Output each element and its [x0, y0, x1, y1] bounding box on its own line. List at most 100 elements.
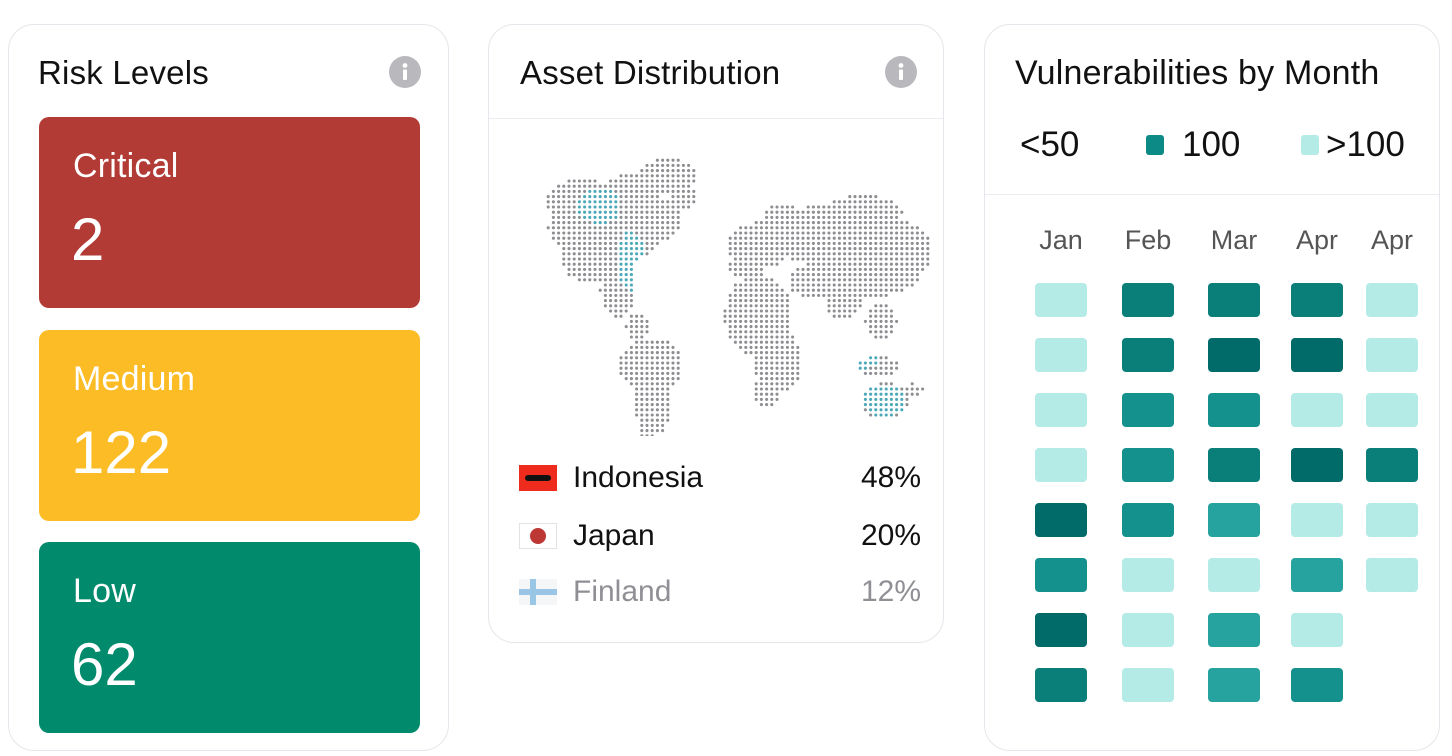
map-dot	[614, 179, 618, 183]
map-dot	[770, 351, 774, 355]
map-dot	[889, 361, 893, 365]
map-dot	[655, 163, 659, 167]
map-dot	[910, 257, 914, 261]
map-dot	[733, 262, 737, 266]
map-dot	[837, 304, 841, 308]
heatmap-cell[interactable]	[1291, 338, 1343, 372]
heatmap-cell[interactable]	[1122, 668, 1174, 702]
heatmap-cell[interactable]	[1208, 558, 1260, 592]
heatmap-cell[interactable]	[1122, 338, 1174, 372]
map-dot	[645, 236, 649, 240]
map-dot	[806, 221, 810, 225]
map-dot	[915, 231, 919, 235]
map-dot	[681, 169, 685, 173]
map-dot	[827, 226, 831, 230]
map-dot	[681, 189, 685, 193]
map-dot	[598, 278, 602, 282]
heatmap-cell[interactable]	[1366, 448, 1418, 482]
heatmap-cell[interactable]	[1122, 448, 1174, 482]
country-row-japan[interactable]: Japan 20%	[519, 517, 921, 557]
map-dot	[754, 252, 758, 256]
heatmap-cell[interactable]	[1122, 558, 1174, 592]
heatmap-cell[interactable]	[1208, 393, 1260, 427]
heatmap-cell[interactable]	[1035, 558, 1087, 592]
map-dot	[609, 252, 613, 256]
heatmap-cell[interactable]	[1035, 448, 1087, 482]
map-dot	[759, 221, 763, 225]
heatmap-cell[interactable]	[1035, 393, 1087, 427]
map-dot	[863, 262, 867, 266]
heatmap-cell[interactable]	[1291, 448, 1343, 482]
map-dot	[572, 179, 576, 183]
heatmap-cell[interactable]	[1291, 558, 1343, 592]
map-dot	[853, 210, 857, 214]
map-dot	[848, 210, 852, 214]
map-dot	[624, 226, 628, 230]
heatmap-cell[interactable]	[1208, 338, 1260, 372]
map-dot	[889, 403, 893, 407]
heatmap-cell[interactable]	[1291, 668, 1343, 702]
heatmap-cell[interactable]	[1291, 283, 1343, 317]
heatmap-cell[interactable]	[1122, 283, 1174, 317]
map-dot	[562, 184, 566, 188]
map-dot	[733, 231, 737, 235]
map-dot	[666, 408, 670, 412]
map-dot	[811, 236, 815, 240]
heatmap-cell[interactable]	[1035, 338, 1087, 372]
map-dot	[910, 252, 914, 256]
map-dot	[739, 345, 743, 349]
map-dot	[744, 299, 748, 303]
heatmap-cell[interactable]	[1208, 448, 1260, 482]
heatmap-cell[interactable]	[1035, 283, 1087, 317]
heatmap-cell[interactable]	[1291, 503, 1343, 537]
map-dot	[843, 226, 847, 230]
map-dot	[588, 221, 592, 225]
map-dot	[671, 351, 675, 355]
map-dot	[671, 231, 675, 235]
map-dot	[869, 247, 873, 251]
heatmap-cell[interactable]	[1291, 393, 1343, 427]
map-dot	[822, 205, 826, 209]
map-dot	[546, 205, 550, 209]
map-dot	[593, 200, 597, 204]
map-dot	[557, 221, 561, 225]
map-dot	[624, 356, 628, 360]
risk-critical-tile[interactable]: Critical 2	[39, 117, 420, 308]
map-dot	[676, 210, 680, 214]
country-row-finland[interactable]: Finland 12%	[519, 573, 921, 613]
map-dot	[827, 252, 831, 256]
map-dot	[577, 236, 581, 240]
heatmap-cell[interactable]	[1291, 613, 1343, 647]
heatmap-cell[interactable]	[1366, 393, 1418, 427]
map-dot	[640, 236, 644, 240]
info-icon[interactable]	[885, 56, 917, 88]
heatmap-cell[interactable]	[1366, 503, 1418, 537]
map-dot	[785, 236, 789, 240]
card-divider	[489, 118, 943, 119]
country-row-indonesia[interactable]: Indonesia 48%	[519, 459, 921, 499]
heatmap-cell[interactable]	[1122, 503, 1174, 537]
map-dot	[645, 434, 649, 436]
heatmap-cell[interactable]	[1122, 613, 1174, 647]
heatmap-cell[interactable]	[1366, 338, 1418, 372]
map-dot	[780, 356, 784, 360]
map-dot	[806, 241, 810, 245]
heatmap-cell[interactable]	[1035, 503, 1087, 537]
heatmap-cell[interactable]	[1208, 613, 1260, 647]
heatmap-cell[interactable]	[1122, 393, 1174, 427]
heatmap-cell[interactable]	[1208, 503, 1260, 537]
heatmap-cell[interactable]	[1035, 668, 1087, 702]
map-dot	[848, 215, 852, 219]
map-dot	[666, 397, 670, 401]
risk-medium-tile[interactable]: Medium 122	[39, 330, 420, 521]
heatmap-cell[interactable]	[1366, 283, 1418, 317]
heatmap-cell[interactable]	[1366, 558, 1418, 592]
risk-low-tile[interactable]: Low 62	[39, 542, 420, 733]
map-dot	[583, 278, 587, 282]
heatmap-cell[interactable]	[1208, 668, 1260, 702]
info-icon[interactable]	[389, 56, 421, 88]
map-dot	[775, 387, 779, 391]
heatmap-cell[interactable]	[1035, 613, 1087, 647]
heatmap-cell[interactable]	[1208, 283, 1260, 317]
map-dot	[832, 293, 836, 297]
